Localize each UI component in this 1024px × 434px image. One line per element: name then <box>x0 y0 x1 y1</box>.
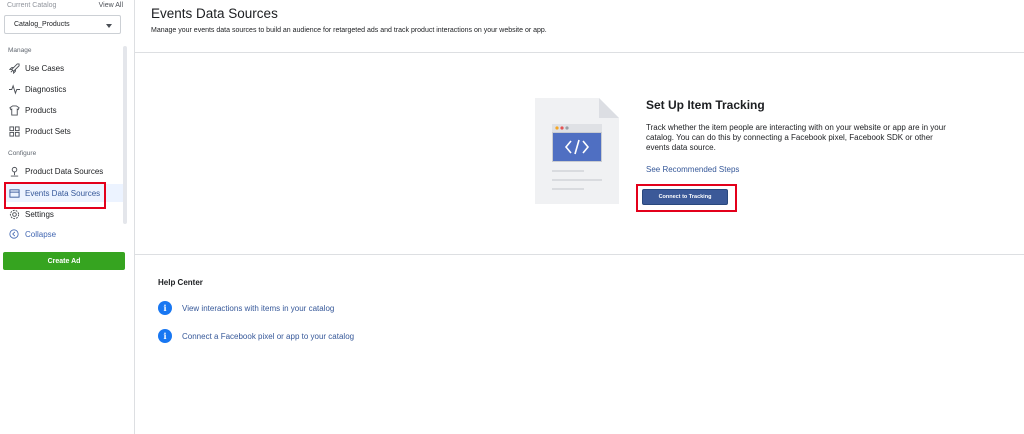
sidebar-item-label: Diagnostics <box>25 84 67 94</box>
help-item[interactable]: i View interactions with items in your c… <box>158 301 334 315</box>
help-center-title: Help Center <box>158 278 203 287</box>
header-divider <box>135 52 1024 53</box>
sidebar-item-settings[interactable]: Settings <box>5 205 123 223</box>
recommended-steps-link[interactable]: See Recommended Steps <box>646 165 739 174</box>
info-icon: i <box>158 329 172 343</box>
code-document-illustration <box>535 98 619 204</box>
connect-to-tracking-button[interactable]: Connect to Tracking <box>642 189 728 205</box>
upload-icon <box>8 165 20 177</box>
rocket-icon <box>8 62 20 74</box>
pulse-icon <box>8 83 20 95</box>
sidebar-collapse-button[interactable]: Collapse <box>5 225 123 243</box>
caret-down-icon <box>106 24 112 28</box>
sidebar-item-product-data-sources[interactable]: Product Data Sources <box>5 162 123 180</box>
help-item[interactable]: i Connect a Facebook pixel or app to you… <box>158 329 354 343</box>
help-link[interactable]: Connect a Facebook pixel or app to your … <box>182 332 354 341</box>
help-link[interactable]: View interactions with items in your cat… <box>182 304 334 313</box>
chevron-left-icon <box>8 228 20 240</box>
sidebar: Current Catalog View All Catalog_Product… <box>0 0 135 434</box>
shirt-icon <box>8 104 20 116</box>
main-content: Events Data Sources Manage your events d… <box>135 0 1024 434</box>
section-label-configure: Configure <box>8 150 37 157</box>
sidebar-item-label: Product Sets <box>25 126 71 136</box>
sidebar-item-label: Products <box>25 105 57 115</box>
collapse-label: Collapse <box>25 229 57 239</box>
page-title: Events Data Sources <box>151 6 278 21</box>
sidebar-scrollbar[interactable] <box>123 46 127 224</box>
sidebar-item-diagnostics[interactable]: Diagnostics <box>5 80 123 98</box>
sidebar-item-events-data-sources[interactable]: Events Data Sources <box>5 184 123 202</box>
catalog-select-value: Catalog_Products <box>14 21 70 28</box>
events-icon <box>8 187 20 199</box>
catalog-header: Current Catalog View All <box>7 2 129 9</box>
sidebar-item-label: Use Cases <box>25 63 65 73</box>
sidebar-item-products[interactable]: Products <box>5 101 123 119</box>
sidebar-item-product-sets[interactable]: Product Sets <box>5 122 123 140</box>
sidebar-item-label: Events Data Sources <box>25 188 101 198</box>
sidebar-item-label: Settings <box>25 209 54 219</box>
sidebar-item-label: Product Data Sources <box>25 166 104 176</box>
page-subtitle: Manage your events data sources to build… <box>151 27 547 34</box>
section-label-manage: Manage <box>8 47 32 54</box>
create-ad-button[interactable]: Create Ad <box>3 252 125 270</box>
setup-description: Track whether the item people are intera… <box>646 123 946 152</box>
grid-icon <box>8 125 20 137</box>
current-catalog-label: Current Catalog <box>7 2 57 9</box>
setup-title: Set Up Item Tracking <box>646 98 765 112</box>
app-window: Current Catalog View All Catalog_Product… <box>0 0 1024 434</box>
section-divider <box>135 254 1024 255</box>
sidebar-item-use-cases[interactable]: Use Cases <box>5 59 123 77</box>
view-all-link[interactable]: View All <box>99 2 123 9</box>
catalog-select[interactable]: Catalog_Products <box>4 15 121 34</box>
info-icon: i <box>158 301 172 315</box>
gear-icon <box>8 208 20 220</box>
